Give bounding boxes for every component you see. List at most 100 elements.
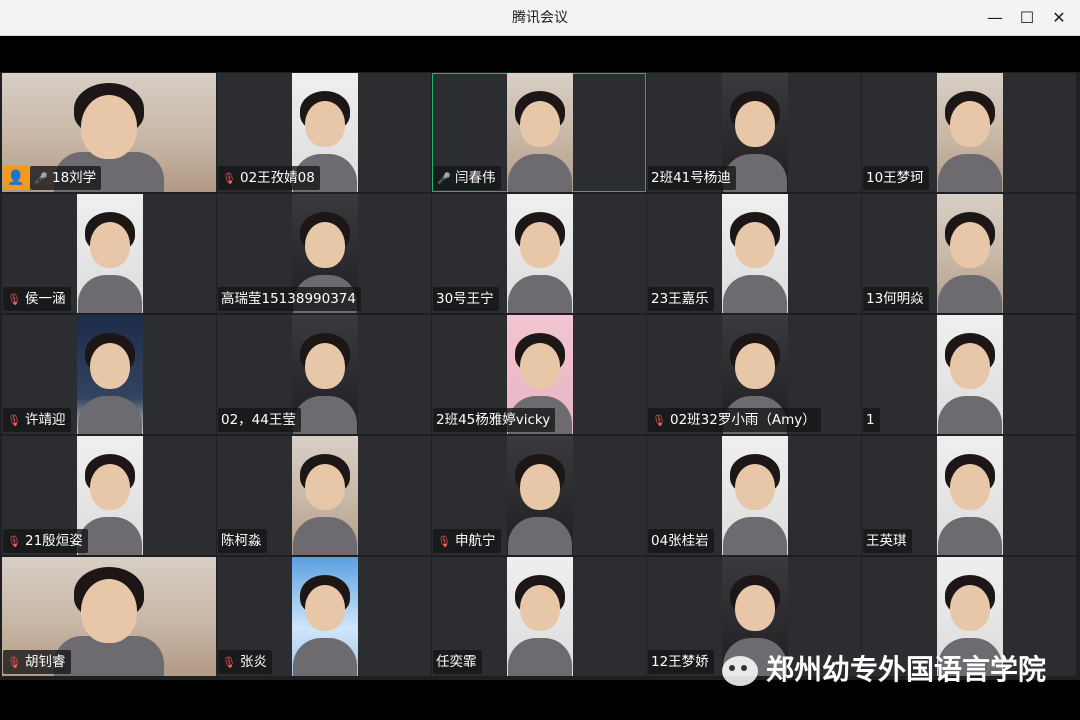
video-figure-head <box>520 101 560 147</box>
participant-tile[interactable]: 🎙 侯一涵 <box>2 194 216 313</box>
participant-name: 闫春伟 <box>455 170 496 186</box>
participant-tile[interactable]: 🎙 02王孜婧08 <box>217 73 431 192</box>
participant-video <box>937 315 1003 434</box>
video-figure-head <box>305 101 345 147</box>
participant-tile[interactable]: 13何明焱 <box>862 194 1076 313</box>
video-figure-head <box>81 579 137 643</box>
video-figure-head <box>305 585 345 631</box>
participant-tile[interactable]: 高瑞莹15138990374 <box>217 194 431 313</box>
participant-name: 21殷烜姿 <box>25 533 83 549</box>
participant-tile[interactable]: 2班41号杨迪 <box>647 73 861 192</box>
participant-nametag: 🎙 02王孜婧08 <box>218 166 320 190</box>
participant-tile[interactable]: 🎙 21殷烜姿 <box>2 436 216 555</box>
minimize-button[interactable]: — <box>980 0 1010 36</box>
participant-tile[interactable]: 🎙 张炎 <box>217 557 431 676</box>
video-figure-body <box>508 638 572 676</box>
participant-video <box>937 73 1003 192</box>
participant-nametag: 🎙 胡钊睿 <box>3 650 71 674</box>
video-figure-head <box>81 95 137 159</box>
participant-name: 许靖迎 <box>25 412 66 428</box>
video-figure-head <box>90 343 130 389</box>
video-figure-head <box>520 343 560 389</box>
participant-name: 10王梦珂 <box>866 170 924 186</box>
video-figure-head <box>305 343 345 389</box>
window-title: 腾讯会议 <box>512 10 568 26</box>
participant-nametag: 23王嘉乐 <box>648 287 714 311</box>
video-figure-body <box>938 275 1002 313</box>
microphone-muted-icon: 🎙 <box>7 293 21 306</box>
video-figure-head <box>950 464 990 510</box>
microphone-muted-icon: 🎙 <box>7 535 21 548</box>
microphone-muted-icon: 🎙 <box>222 172 236 185</box>
microphone-muted-icon: 🎙 <box>7 656 21 669</box>
video-figure-body <box>508 154 572 192</box>
participant-name: 02，44王莹 <box>221 412 296 428</box>
participant-nametag: 13何明焱 <box>863 287 929 311</box>
video-figure-head <box>735 101 775 147</box>
participant-name: 高瑞莹15138990374 <box>221 291 356 307</box>
participant-video <box>292 557 358 676</box>
participant-nametag: 12王梦娇 <box>648 650 714 674</box>
video-figure-body <box>78 396 142 434</box>
participant-tile[interactable]: 👤 🎤 18刘学 <box>2 73 216 192</box>
participant-nametag: 04张桂岩 <box>648 529 714 553</box>
participant-name: 18刘学 <box>52 170 97 186</box>
participant-tile[interactable]: 10王梦珂 <box>862 73 1076 192</box>
participant-tile[interactable]: 🎙 胡钊睿 <box>2 557 216 676</box>
video-figure-body <box>723 275 787 313</box>
participant-name: 陈柯淼 <box>221 533 262 549</box>
video-figure-head <box>735 222 775 268</box>
microphone-muted-icon: 🎙 <box>7 414 21 427</box>
participant-video <box>507 436 573 555</box>
participant-nametag: 🎤 18刘学 <box>30 166 102 190</box>
participant-name: 12王梦娇 <box>651 654 709 670</box>
participant-grid: 👤 🎤 18刘学 🎙 02王孜婧08 🎤 闫春伟 2班41号杨迪 10王梦珂 🎙 侯一涵 高瑞莹151… <box>2 73 1078 679</box>
participant-nametag: 陈柯淼 <box>218 529 267 553</box>
video-figure-body <box>938 396 1002 434</box>
video-figure-head <box>735 343 775 389</box>
close-button[interactable]: ✕ <box>1044 0 1074 36</box>
participant-tile[interactable]: 2班45杨雅婷vicky <box>432 315 646 434</box>
participant-nametag: 🎙 张炎 <box>218 650 272 674</box>
participant-tile[interactable]: 🎙 02班32罗小雨（Amy） <box>647 315 861 434</box>
participant-tile[interactable]: 30号王宁 <box>432 194 646 313</box>
participant-tile[interactable]: 任奕霏 <box>432 557 646 676</box>
video-figure-head <box>950 585 990 631</box>
participant-nametag: 🎙 02班32罗小雨（Amy） <box>648 408 821 432</box>
participant-name: 23王嘉乐 <box>651 291 709 307</box>
participant-name: 2班41号杨迪 <box>651 170 731 186</box>
participant-name: 申航宁 <box>455 533 496 549</box>
participant-video <box>937 436 1003 555</box>
participant-tile[interactable]: 🎙 申航宁 <box>432 436 646 555</box>
participant-tile[interactable]: 陈柯淼 <box>217 436 431 555</box>
video-figure-head <box>90 464 130 510</box>
video-figure-body <box>293 396 357 434</box>
participant-tile[interactable]: 23王嘉乐 <box>647 194 861 313</box>
participant-nametag: 1 <box>863 408 880 432</box>
participant-name: 2班45杨雅婷vicky <box>436 412 551 428</box>
video-figure-head <box>520 222 560 268</box>
participant-video <box>937 194 1003 313</box>
video-figure-body <box>293 517 357 555</box>
participant-tile[interactable]: 🎤 闫春伟 <box>432 73 646 192</box>
wechat-logo-icon <box>722 656 758 686</box>
participant-nametag: 30号王宁 <box>433 287 499 311</box>
participant-tile[interactable]: 04张桂岩 <box>647 436 861 555</box>
video-figure-head <box>90 222 130 268</box>
maximize-button[interactable]: ☐ <box>1012 0 1042 36</box>
title-bar: 腾讯会议 — ☐ ✕ <box>0 0 1080 36</box>
participant-video <box>292 315 358 434</box>
participant-nametag: 🎙 许靖迎 <box>3 408 71 432</box>
participant-name: 02班32罗小雨（Amy） <box>670 412 816 428</box>
participant-tile[interactable]: 🎙 许靖迎 <box>2 315 216 434</box>
participant-tile[interactable]: 王英琪 <box>862 436 1076 555</box>
participant-nametag: 🎤 闫春伟 <box>433 166 501 190</box>
participant-tile[interactable]: 02，44王莹 <box>217 315 431 434</box>
participant-name: 王英琪 <box>866 533 907 549</box>
participant-name: 30号王宁 <box>436 291 494 307</box>
watermark-text: 郑州幼专外国语言学院 <box>766 653 1047 686</box>
participant-video <box>507 194 573 313</box>
video-figure-body <box>508 517 572 555</box>
participant-tile[interactable]: 1 <box>862 315 1076 434</box>
video-figure-body <box>938 517 1002 555</box>
